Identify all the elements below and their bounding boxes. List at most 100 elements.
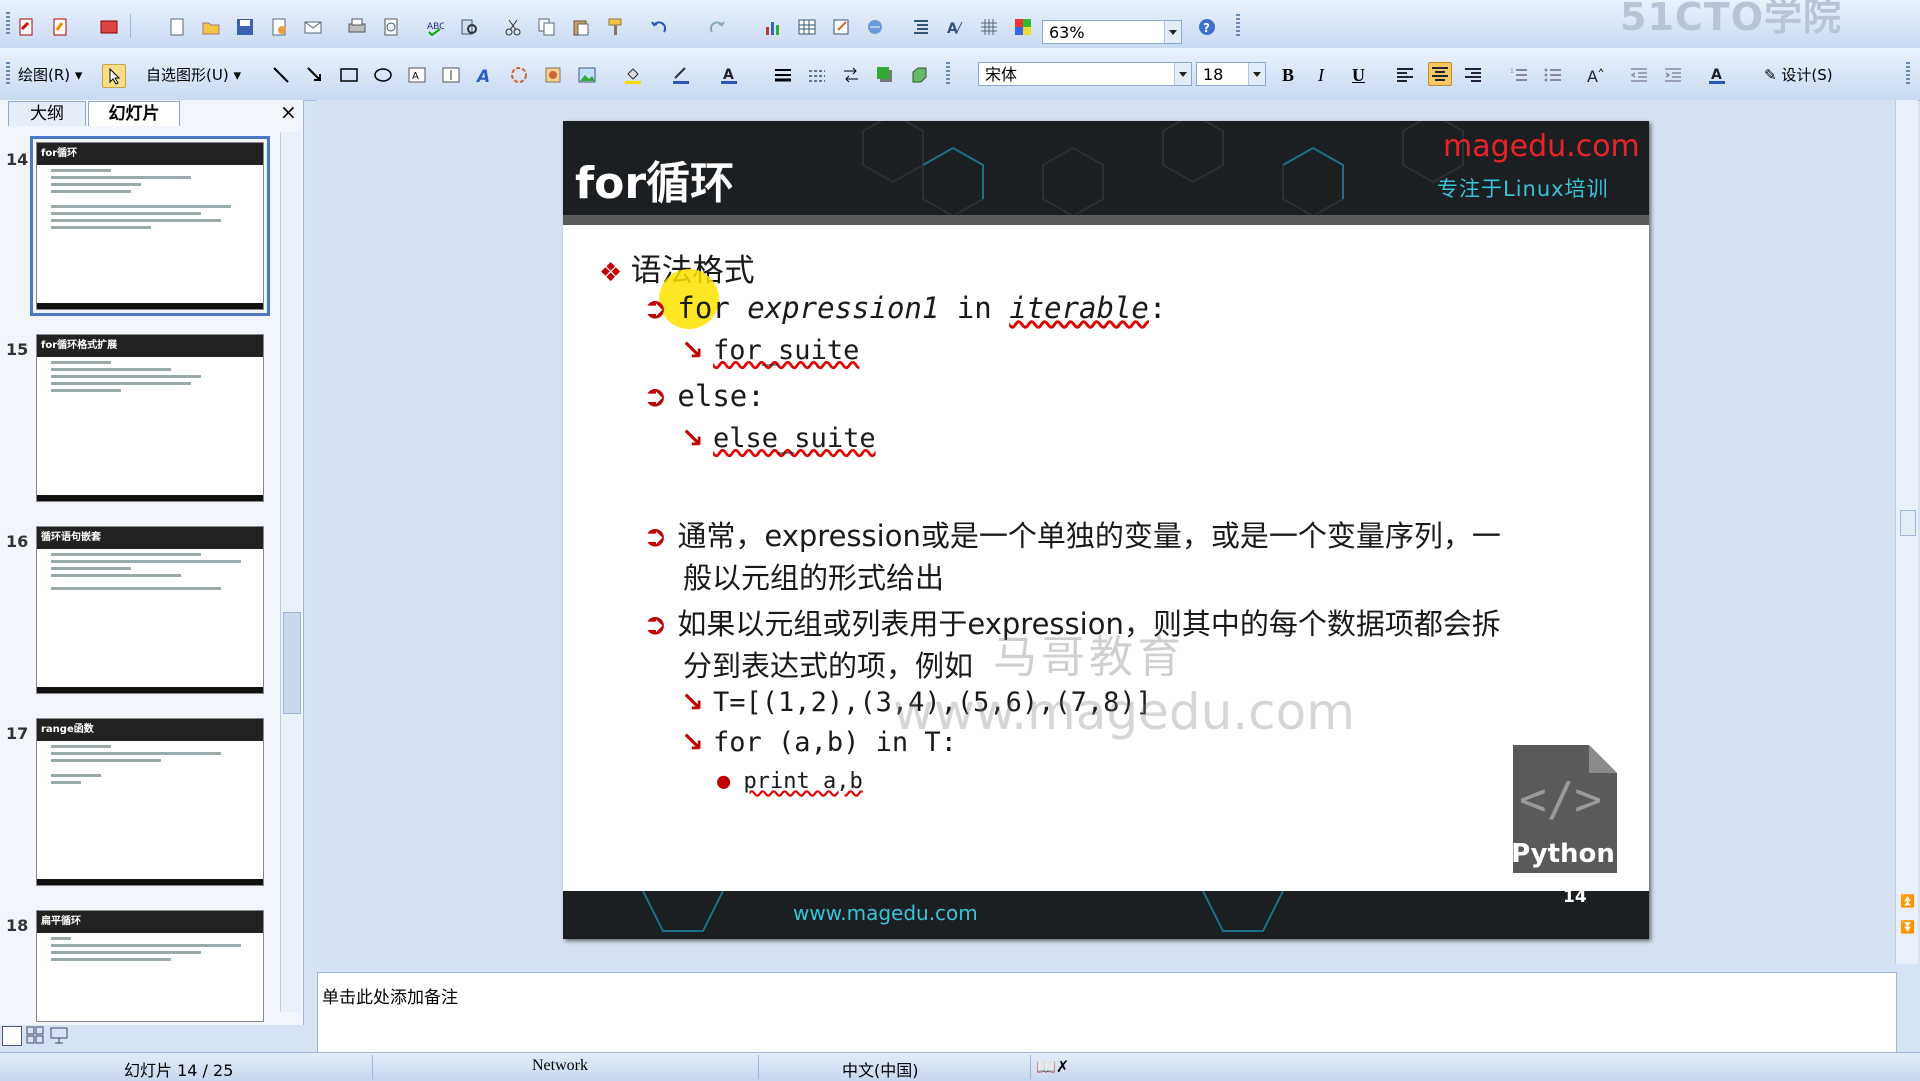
line-color-icon[interactable] xyxy=(670,64,692,86)
italic-button[interactable]: I xyxy=(1318,62,1324,88)
insert-hyperlink-icon[interactable] xyxy=(864,16,886,38)
slide-thumbnail[interactable]: for循环 xyxy=(30,136,270,316)
font-color-icon[interactable]: A xyxy=(718,64,740,86)
notes-placeholder[interactable]: 单击此处添加备注 xyxy=(322,983,458,1008)
print-icon[interactable] xyxy=(346,16,368,38)
slide-sorter-icon[interactable] xyxy=(26,1026,44,1044)
spellcheck-status-icon[interactable]: 📖✗ xyxy=(1036,1057,1069,1076)
chevron-down-icon[interactable] xyxy=(1248,63,1265,85)
print-preview-icon[interactable] xyxy=(380,16,402,38)
pdf-icon[interactable] xyxy=(16,16,38,38)
research-icon[interactable] xyxy=(458,16,480,38)
align-center-icon[interactable] xyxy=(1428,62,1452,86)
draw-menu[interactable]: 绘图(R) ▾ xyxy=(18,62,82,88)
tables-borders-icon[interactable] xyxy=(830,16,852,38)
toolbar-grip[interactable] xyxy=(6,62,10,86)
fill-color-icon[interactable] xyxy=(622,64,644,86)
font-size-combo[interactable]: 18 xyxy=(1196,62,1266,86)
cut-icon[interactable] xyxy=(502,16,524,38)
line-tool-icon[interactable] xyxy=(270,64,292,86)
tab-outline[interactable]: 大纲 xyxy=(8,101,86,126)
previous-slide-icon[interactable]: ⏫ xyxy=(1900,894,1915,908)
numbering-icon[interactable]: 1 xyxy=(1508,64,1530,86)
paste-icon[interactable] xyxy=(570,16,592,38)
chevron-down-icon[interactable] xyxy=(1164,21,1181,43)
increase-indent-icon[interactable] xyxy=(1662,64,1684,86)
rectangle-tool-icon[interactable] xyxy=(338,64,360,86)
text-color-icon[interactable]: A xyxy=(1706,64,1728,86)
insert-chart-icon[interactable] xyxy=(762,16,784,38)
slide-scrollbar[interactable]: ⏫ ⏬ xyxy=(1895,100,1918,964)
arrow-tool-icon[interactable] xyxy=(304,64,326,86)
design-button[interactable]: ✎ 设计(S) xyxy=(1764,62,1833,88)
toolbar-grip[interactable] xyxy=(1236,14,1240,38)
expand-all-icon[interactable] xyxy=(910,16,932,38)
font-name-combo[interactable]: 宋体 xyxy=(978,62,1192,86)
slide-thumbnail[interactable]: for循环格式扩展 xyxy=(36,334,264,502)
align-right-icon[interactable] xyxy=(1462,64,1484,86)
open-icon[interactable] xyxy=(200,16,222,38)
3d-style-icon[interactable] xyxy=(908,64,930,86)
iter-text: iterable xyxy=(1009,291,1149,325)
notes-pane[interactable]: 单击此处添加备注 xyxy=(317,972,1897,1054)
slide-page-number: 14 xyxy=(1563,887,1587,907)
toolbar-grip[interactable] xyxy=(946,62,950,86)
slideshow-icon[interactable] xyxy=(50,1026,68,1044)
pdf-settings-icon[interactable] xyxy=(98,16,120,38)
normal-view-icon[interactable] xyxy=(2,1026,22,1046)
textbox-icon[interactable]: A xyxy=(406,64,428,86)
slide-thumbnail[interactable]: range函数 xyxy=(36,718,264,886)
bullets-icon[interactable] xyxy=(1542,64,1564,86)
autoshape-menu[interactable]: 自选图形(U) ▾ xyxy=(146,62,241,88)
line-style-icon[interactable] xyxy=(772,64,794,86)
undo-icon[interactable] xyxy=(648,16,670,38)
clipart-icon[interactable] xyxy=(542,64,564,86)
email-icon[interactable] xyxy=(302,16,324,38)
toolbar-grip[interactable] xyxy=(6,12,10,36)
underline-button[interactable]: U xyxy=(1352,62,1365,88)
color-grayscale-icon[interactable] xyxy=(1012,16,1034,38)
decrease-indent-icon[interactable] xyxy=(1628,64,1650,86)
insert-picture-icon[interactable] xyxy=(576,64,598,86)
sub-arrow-icon: ↘ xyxy=(681,727,714,758)
next-slide-icon[interactable]: ⏬ xyxy=(1900,920,1915,934)
vertical-textbox-icon[interactable] xyxy=(440,64,462,86)
scrollbar-thumb[interactable] xyxy=(1900,510,1916,536)
toolbar-grip[interactable] xyxy=(1906,62,1910,86)
slide-number: 14 xyxy=(6,150,29,169)
tab-slides[interactable]: 幻灯片 xyxy=(88,101,180,126)
shadow-style-icon[interactable] xyxy=(874,64,896,86)
show-formatting-icon[interactable]: A xyxy=(944,16,966,38)
dash-style-icon[interactable] xyxy=(806,64,828,86)
insert-table-icon[interactable] xyxy=(796,16,818,38)
show-grid-icon[interactable] xyxy=(978,16,1000,38)
current-slide[interactable]: for循环 magedu.com 专注于Linux培训 ❖ 语法格式 ➲ for… xyxy=(563,121,1649,939)
thumb-scrollbar[interactable] xyxy=(280,132,301,1012)
new-icon[interactable] xyxy=(166,16,188,38)
permission-icon[interactable] xyxy=(268,16,290,38)
select-pointer-icon[interactable] xyxy=(102,64,126,88)
copy-icon[interactable] xyxy=(536,16,558,38)
chevron-down-icon[interactable] xyxy=(1174,63,1191,85)
align-left-icon[interactable] xyxy=(1394,64,1416,86)
arrow-bullet-icon: ➲ xyxy=(643,379,678,413)
close-icon[interactable]: × xyxy=(280,100,297,124)
bold-button[interactable]: B xyxy=(1282,62,1294,88)
oval-tool-icon[interactable] xyxy=(372,64,394,86)
wordart-icon[interactable]: A xyxy=(474,64,496,86)
para2-line2: 分到表达式的项，例如 xyxy=(683,649,974,683)
diagram-icon[interactable] xyxy=(508,64,530,86)
save-icon[interactable] xyxy=(234,16,256,38)
redo-icon[interactable] xyxy=(706,16,728,38)
help-icon[interactable]: ? xyxy=(1196,16,1218,38)
slide-thumbnail[interactable]: 循环语句嵌套 xyxy=(36,526,264,694)
spelling-icon[interactable]: ABC xyxy=(424,16,446,38)
zoom-combo[interactable]: 63% xyxy=(1042,20,1182,44)
arrow-style-icon[interactable] xyxy=(840,64,862,86)
pdf-export-icon[interactable] xyxy=(50,16,72,38)
slide-thumbnail[interactable]: 扁平循环 xyxy=(36,910,264,1022)
slide-number: 17 xyxy=(6,724,29,743)
increase-font-icon[interactable]: A xyxy=(1584,64,1606,86)
scrollbar-thumb[interactable] xyxy=(283,612,301,714)
format-painter-icon[interactable] xyxy=(604,16,626,38)
